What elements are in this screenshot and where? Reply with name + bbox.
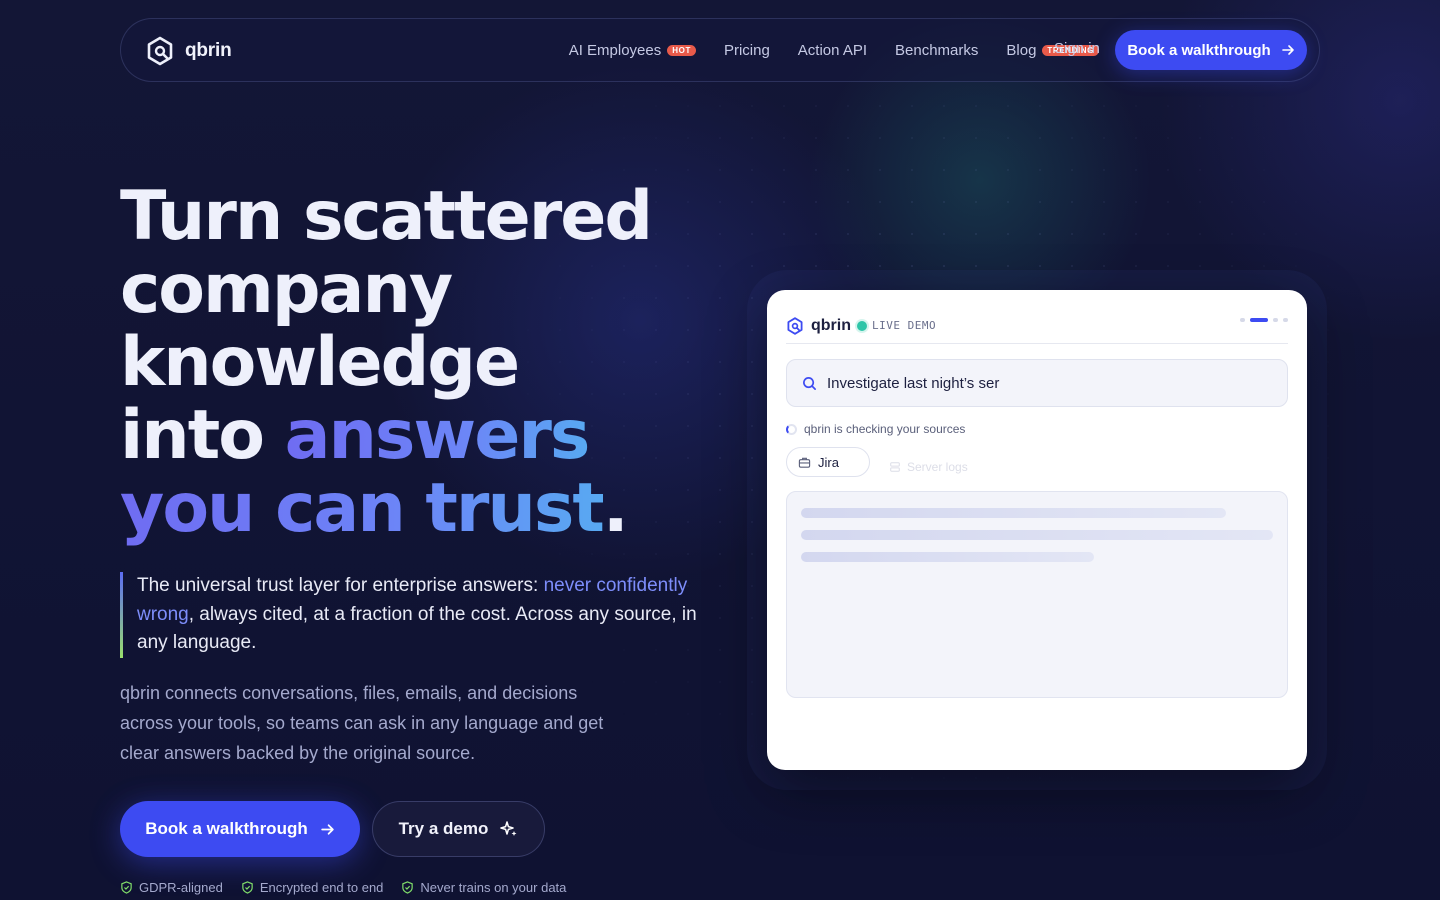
top-navbar: qbrin AI Employees HOT Pricing Action AP…	[120, 18, 1320, 82]
source-chip-faded: Server logs	[889, 460, 968, 474]
sign-in-link[interactable]: Sign in	[1054, 40, 1100, 57]
checking-status: qbrin is checking your sources	[786, 422, 965, 436]
demo-pager	[1240, 318, 1288, 322]
trust-item: GDPR-aligned	[120, 880, 223, 895]
demo-brand-name: qbrin	[811, 316, 851, 334]
nav-links: AI Employees HOT Pricing Action API Benc…	[569, 19, 1099, 81]
secondary-cta-label: Try a demo	[398, 819, 489, 838]
hot-badge: HOT	[667, 44, 696, 56]
trust-label: Encrypted end to end	[259, 880, 384, 895]
nav-link-ai-employees[interactable]: AI Employees HOT	[569, 42, 696, 59]
source-chip-jira[interactable]: Jira	[786, 447, 870, 477]
briefcase-icon	[798, 457, 811, 468]
nav-link-label: Blog	[1006, 41, 1037, 59]
search-icon	[803, 376, 816, 390]
headline-trust: you can trust	[120, 469, 605, 548]
tagline-end: , always cited, at a fraction of the cos…	[137, 603, 697, 654]
nav-book-walkthrough-button[interactable]: Book a walkthrough	[1115, 30, 1307, 70]
nav-link-benchmarks[interactable]: Benchmarks	[895, 42, 978, 59]
demo-card-header: qbrin LIVE DEMO	[786, 308, 1288, 344]
server-icon	[890, 462, 900, 472]
hero-tagline: The universal trust layer for enterprise…	[120, 572, 700, 658]
chip-label: Jira	[818, 454, 839, 470]
hero-description: qbrin connects conversations, files, ema…	[120, 683, 604, 763]
skeleton-line	[801, 530, 1273, 540]
nav-link-label: Benchmarks	[895, 41, 979, 59]
try-demo-button[interactable]: Try a demo	[372, 801, 545, 857]
status-text: qbrin is checking your sources	[804, 422, 966, 436]
arrow-right-icon	[321, 823, 334, 835]
brand-name: qbrin	[185, 40, 232, 61]
live-demo-label: LIVE DEMO	[872, 319, 937, 332]
nav-link-label: AI Employees	[568, 41, 662, 59]
pager-dot[interactable]	[1273, 318, 1278, 322]
live-indicator: LIVE DEMO	[857, 319, 936, 332]
skeleton-line	[801, 508, 1226, 518]
nav-link-label: Action API	[797, 41, 868, 59]
shield-check-icon	[242, 881, 253, 894]
trust-item: Encrypted end to end	[241, 880, 384, 895]
nav-link-pricing[interactable]: Pricing	[724, 42, 770, 59]
tagline-start: The universal trust layer for enterprise…	[137, 575, 544, 596]
headline-line-1: Turn scattered	[120, 177, 653, 256]
trust-item: Never trains on your data	[401, 880, 566, 895]
shield-check-icon	[402, 881, 414, 894]
nav-link-label: Pricing	[723, 41, 770, 59]
search-query: Investigate last night’s ser	[827, 374, 1000, 392]
trust-label: GDPR-aligned	[139, 880, 223, 895]
pager-dot[interactable]	[1240, 318, 1245, 322]
answer-skeleton-panel	[786, 491, 1288, 698]
headline-line-3: knowledge	[120, 323, 520, 402]
brand-logo[interactable]: qbrin	[145, 36, 232, 66]
demo-search-input[interactable]: Investigate last night’s ser	[786, 359, 1288, 407]
nav-cta-label: Book a walkthrough	[1127, 41, 1271, 59]
pager-dot[interactable]	[1283, 318, 1288, 322]
qbrin-logo-icon	[147, 36, 173, 66]
live-dot	[857, 320, 867, 331]
qbrin-logo-icon	[787, 316, 803, 335]
nav-link-action-api[interactable]: Action API	[798, 42, 867, 59]
live-demo-card: qbrin LIVE DEMO Investigate last night’s…	[767, 290, 1307, 770]
hero-headline: Turn scattered company knowledge into an…	[120, 180, 740, 545]
trust-badges: GDPR-aligned Encrypted end to end Never …	[120, 880, 566, 895]
trust-label: Never trains on your data	[420, 880, 567, 895]
demo-brand: qbrin	[786, 317, 851, 335]
headline-line-2: company	[120, 250, 453, 329]
headline-into: into	[120, 396, 285, 475]
hero-book-walkthrough-button[interactable]: Book a walkthrough	[120, 801, 360, 857]
arrow-right-icon	[1281, 45, 1294, 55]
shield-check-icon	[121, 881, 132, 894]
sparkle-icon	[500, 821, 517, 836]
primary-cta-label: Book a walkthrough	[145, 819, 308, 838]
faded-chip-label: Server logs	[907, 460, 968, 474]
headline-period: .	[602, 469, 629, 548]
spinner-icon	[786, 423, 797, 435]
skeleton-line	[801, 552, 1094, 562]
headline-answers: answers	[284, 396, 591, 475]
pager-dot-active[interactable]	[1250, 318, 1268, 322]
